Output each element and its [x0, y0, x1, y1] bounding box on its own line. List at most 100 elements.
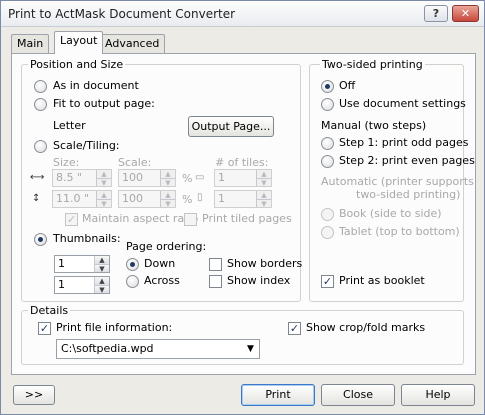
print-button[interactable]: Print — [241, 384, 315, 406]
page-ordering-label: Page ordering: — [126, 240, 207, 253]
file-path-dropdown[interactable]: C:\softpedia.wpd ▼ — [56, 339, 260, 359]
height-arrows-icon: ↕ — [32, 193, 41, 204]
dialog-window: Print to ActMask Document Converter ? ✕ … — [0, 0, 485, 415]
tiles-height-value: 1 — [218, 192, 225, 205]
help-button[interactable]: Help — [401, 384, 475, 406]
tab-panel-layout: Position and Size As in document Fit to … — [11, 53, 476, 375]
show-crop-fold-marks-label: Show crop/fold marks — [306, 321, 426, 334]
fit-to-output-page-label: Fit to output page: — [53, 97, 155, 110]
tablet-radio[interactable] — [321, 226, 334, 239]
print-tiled-pages-checkbox[interactable] — [184, 213, 197, 226]
tiles-width-down-icon[interactable]: ▼ — [257, 178, 271, 187]
height-down-icon[interactable]: ▼ — [97, 199, 111, 208]
maintain-aspect-ratio-label: Maintain aspect ratio — [82, 212, 199, 225]
thumbnail-rows-up-icon[interactable]: ▲ — [95, 277, 109, 285]
maintain-aspect-ratio-checkbox[interactable]: ✓ — [65, 213, 78, 226]
automatic-header: Automatic (printer supports — [321, 175, 474, 188]
book-radio[interactable] — [321, 208, 334, 221]
scale-height-up-icon[interactable]: ▲ — [161, 191, 175, 199]
use-document-settings-radio[interactable] — [321, 98, 334, 111]
paper-size-text: Letter — [53, 119, 86, 132]
show-index-checkbox[interactable] — [209, 275, 222, 288]
size-header: Size: — [53, 156, 80, 169]
print-tiled-pages-label: Print tiled pages — [202, 212, 292, 225]
height-up-icon[interactable]: ▲ — [97, 191, 111, 199]
window-title: Print to ActMask Document Converter — [8, 7, 236, 21]
scale-height-percent: % — [182, 193, 193, 206]
close-title-button[interactable]: ✕ — [452, 5, 479, 22]
show-borders-checkbox[interactable] — [209, 258, 222, 271]
output-page-button[interactable]: Output Page... — [188, 116, 274, 137]
scale-tiling-radio[interactable] — [34, 140, 47, 153]
help-title-button[interactable]: ? — [424, 5, 448, 22]
tab-advanced[interactable]: Advanced — [99, 34, 166, 53]
print-file-information-checkbox[interactable]: ✓ — [38, 322, 51, 335]
tiles-width-icon: ▭ — [195, 172, 205, 183]
scale-header: Scale: — [118, 156, 152, 169]
two-sided-off-radio[interactable] — [321, 80, 334, 93]
file-path-value: C:\softpedia.wpd — [61, 342, 154, 355]
use-document-settings-label: Use document settings — [339, 97, 466, 110]
more-options-button[interactable]: >> — [13, 385, 55, 405]
close-button[interactable]: Close — [321, 384, 395, 406]
show-index-label: Show index — [227, 274, 291, 287]
scale-height-value: 100 — [122, 192, 143, 205]
two-sided-off-label: Off — [339, 79, 356, 92]
order-down-radio[interactable] — [126, 258, 139, 271]
position-and-size-group: Position and Size As in document Fit to … — [21, 58, 303, 302]
thumbnail-rows-value: 1 — [58, 278, 65, 291]
order-down-label: Down — [144, 257, 176, 270]
scale-height-down-icon[interactable]: ▼ — [161, 199, 175, 208]
position-and-size-legend: Position and Size — [28, 58, 126, 71]
step1-label: Step 1: print odd pages — [339, 136, 469, 149]
print-as-booklet-label: Print as booklet — [339, 274, 425, 287]
width-stepper[interactable]: 8.5 " ▲ ▼ — [52, 169, 112, 187]
tiles-header: # of tiles: — [215, 156, 269, 169]
width-arrows-icon: ⟷ — [30, 172, 45, 183]
scale-width-up-icon[interactable]: ▲ — [161, 170, 175, 178]
automatic-header-line2: two-sided printing) — [356, 188, 461, 201]
tiles-height-stepper[interactable]: 1 ▲ ▼ — [214, 190, 272, 208]
width-down-icon[interactable]: ▼ — [97, 178, 111, 187]
thumbnails-radio[interactable] — [34, 233, 47, 246]
tablet-label: Tablet (top to bottom) — [339, 225, 460, 238]
order-across-radio[interactable] — [126, 275, 139, 288]
step1-radio[interactable] — [321, 137, 334, 150]
as-in-document-radio[interactable] — [34, 80, 47, 93]
thumbnail-columns-up-icon[interactable]: ▲ — [95, 256, 109, 264]
fit-to-output-page-radio[interactable] — [34, 98, 47, 111]
tiles-width-up-icon[interactable]: ▲ — [257, 170, 271, 178]
details-group: Details ✓ Print file information: ✓ Show… — [21, 304, 464, 365]
tab-main[interactable]: Main — [11, 34, 50, 53]
two-sided-printing-group: Two-sided printing Off Use document sett… — [309, 58, 475, 302]
chevron-down-icon[interactable]: ▼ — [242, 340, 259, 358]
tiles-width-value: 1 — [218, 171, 225, 184]
scale-tiling-label: Scale/Tiling: — [53, 139, 120, 152]
print-as-booklet-checkbox[interactable]: ✓ — [321, 275, 334, 288]
scale-width-stepper[interactable]: 100 ▲ ▼ — [118, 169, 176, 187]
height-stepper[interactable]: 11.0 " ▲ ▼ — [52, 190, 112, 208]
width-up-icon[interactable]: ▲ — [97, 170, 111, 178]
tiles-height-down-icon[interactable]: ▼ — [257, 199, 271, 208]
manual-header: Manual (two steps) — [321, 119, 427, 132]
thumbnail-columns-down-icon[interactable]: ▼ — [95, 264, 109, 273]
tiles-width-stepper[interactable]: 1 ▲ ▼ — [214, 169, 272, 187]
tab-layout[interactable]: Layout — [54, 31, 104, 54]
as-in-document-label: As in document — [53, 79, 139, 92]
scale-width-value: 100 — [122, 171, 143, 184]
scale-width-down-icon[interactable]: ▼ — [161, 178, 175, 187]
tiles-height-up-icon[interactable]: ▲ — [257, 191, 271, 199]
book-label: Book (side to side) — [339, 207, 442, 220]
two-sided-printing-legend: Two-sided printing — [320, 58, 425, 71]
thumbnail-rows-down-icon[interactable]: ▼ — [95, 285, 109, 294]
scale-height-stepper[interactable]: 100 ▲ ▼ — [118, 190, 176, 208]
print-file-information-label: Print file information: — [56, 321, 173, 334]
tiles-height-icon: ▯ — [197, 192, 203, 203]
step2-radio[interactable] — [321, 155, 334, 168]
thumbnail-columns-stepper[interactable]: 1 ▲ ▼ — [54, 255, 110, 273]
show-borders-label: Show borders — [227, 257, 303, 270]
height-value: 11.0 " — [56, 192, 90, 205]
order-across-label: Across — [144, 274, 180, 287]
show-crop-fold-marks-checkbox[interactable]: ✓ — [288, 322, 301, 335]
thumbnail-rows-stepper[interactable]: 1 ▲ ▼ — [54, 276, 110, 294]
